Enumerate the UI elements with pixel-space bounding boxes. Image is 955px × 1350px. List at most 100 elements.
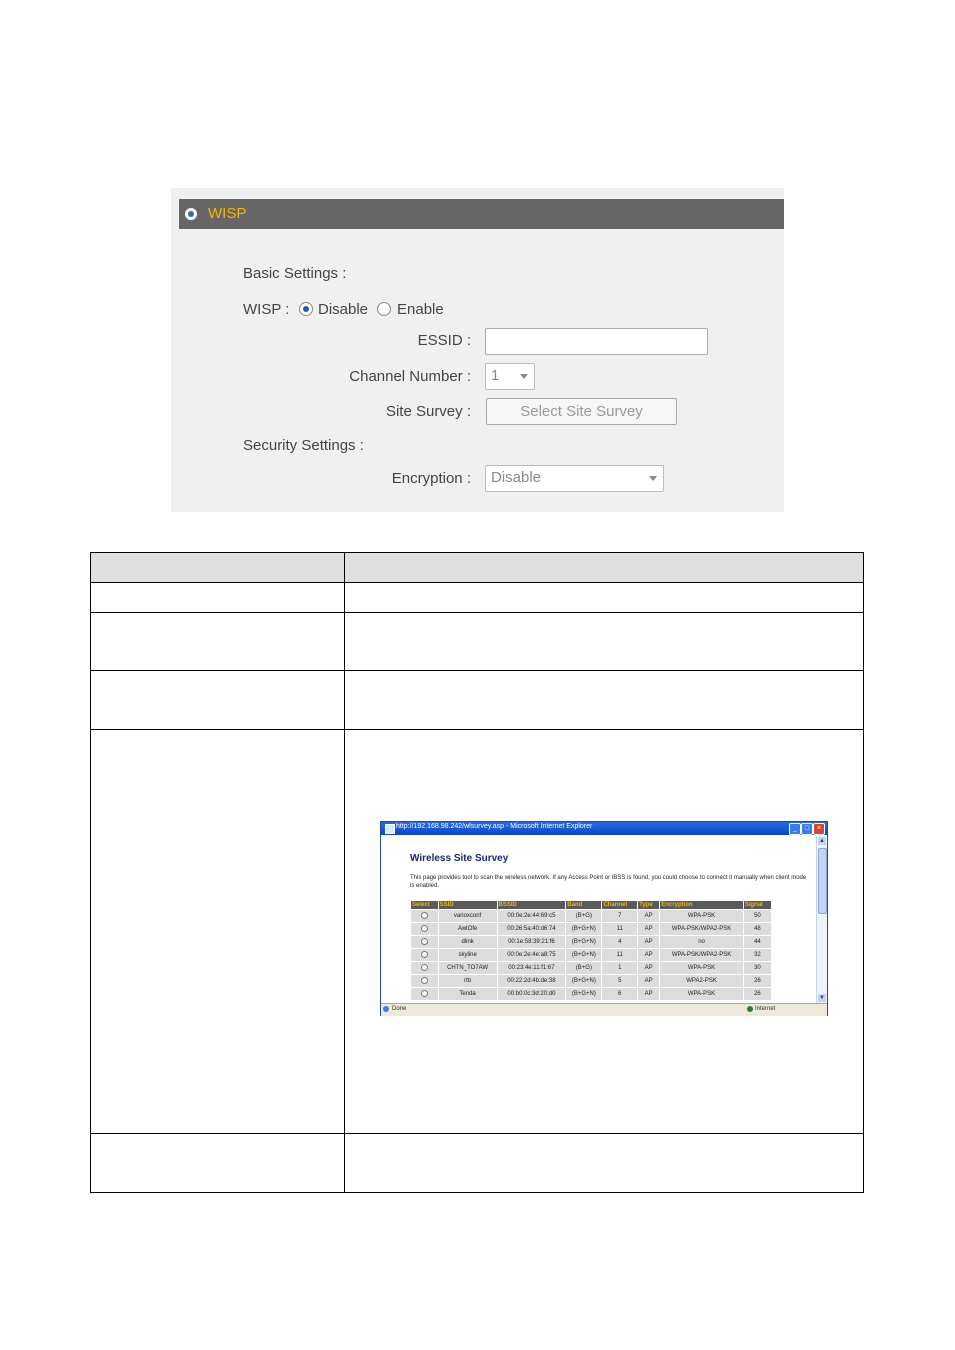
bssid-cell: 00:23:4e:11:f1:67 xyxy=(496,961,567,975)
select-radio[interactable] xyxy=(420,924,428,932)
table-header-row xyxy=(91,553,863,583)
ssid-cell: AwtOfe xyxy=(437,922,498,936)
band-cell: (B+G) xyxy=(565,909,603,923)
column-header: Channel xyxy=(601,900,639,910)
channel-cell: 4 xyxy=(601,935,639,949)
column-header: Select xyxy=(410,900,439,910)
basic-settings-heading: Basic Settings : xyxy=(243,265,347,282)
encryption-cell: WPA2-PSK xyxy=(659,974,744,988)
type-cell: AP xyxy=(637,987,661,1001)
wisp-settings-panel: WISP Basic Settings : WISP : Disable Ena… xyxy=(171,188,784,512)
type-cell: AP xyxy=(637,974,661,988)
panel-header: WISP xyxy=(179,199,784,229)
vertical-scrollbar[interactable]: ▲ ▼ xyxy=(816,836,827,1003)
channel-cell: 5 xyxy=(601,974,639,988)
select-site-survey-button[interactable]: Select Site Survey xyxy=(486,398,677,425)
signal-cell: 30 xyxy=(742,961,773,975)
wisp-enable-label[interactable]: Enable xyxy=(397,301,444,318)
band-cell: (B+G+N) xyxy=(565,922,603,936)
table-row: varioxconf 00:0e:2e:44:69:c5 (B+G) 7 AP … xyxy=(410,909,773,923)
select-radio[interactable] xyxy=(420,950,428,958)
ssid-cell: skyline xyxy=(437,948,498,962)
column-header: SSID xyxy=(437,900,498,910)
channel-cell: 11 xyxy=(601,922,639,936)
encryption-cell: WPA-PSK xyxy=(659,961,744,975)
bssid-cell: 00:22:2d:4b:de:38 xyxy=(496,974,567,988)
table-row: Tenda 00:b0:0c:3d:20:d0 (B+G+N) 6 AP WPA… xyxy=(410,987,773,1001)
wisp-disable-label[interactable]: Disable xyxy=(318,301,368,318)
encryption-cell: no xyxy=(659,935,744,949)
band-cell: (B+G+N) xyxy=(565,974,603,988)
window-title: http://192.168.98.242/wlsurvey.asp - Mic… xyxy=(396,823,593,830)
bssid-cell: 00:1e:58:39:21:f6 xyxy=(496,935,567,949)
channel-cell: 11 xyxy=(601,948,639,962)
ssid-cell: dlink xyxy=(437,935,498,949)
channel-cell: 1 xyxy=(601,961,639,975)
band-cell: (B+G+N) xyxy=(565,948,603,962)
essid-field[interactable] xyxy=(485,328,708,355)
chevron-down-icon xyxy=(649,476,657,481)
channel-cell: 7 xyxy=(601,909,639,923)
channel-number-select[interactable]: 1 xyxy=(485,363,535,390)
panel-title: WISP xyxy=(208,205,247,222)
band-cell: (B+G) xyxy=(565,961,603,975)
site-survey-window: http://192.168.98.242/wlsurvey.asp - Mic… xyxy=(380,821,828,1016)
select-radio[interactable] xyxy=(420,963,428,971)
scroll-thumb[interactable] xyxy=(818,848,827,914)
band-cell: (B+G+N) xyxy=(565,987,603,1001)
survey-description: This page provides tool to scan the wire… xyxy=(410,875,807,889)
encryption-select[interactable]: Disable xyxy=(485,465,664,492)
encryption-cell: WPA-PSK xyxy=(659,909,744,923)
essid-label: ESSID : xyxy=(417,332,471,349)
scroll-up-icon[interactable]: ▲ xyxy=(818,837,826,845)
status-bar: Done Internet xyxy=(381,1003,827,1016)
channel-cell: 6 xyxy=(601,987,639,1001)
signal-cell: 32 xyxy=(742,948,773,962)
maximize-icon[interactable]: □ xyxy=(801,823,813,835)
table-row: dlink 00:1e:58:39:21:f6 (B+G+N) 4 AP no … xyxy=(410,935,773,949)
survey-table: Select SSID BSSID Band Channel Type Encr… xyxy=(410,900,773,1001)
table-row xyxy=(91,583,863,613)
encryption-label: Encryption : xyxy=(391,470,471,487)
signal-cell: 50 xyxy=(742,909,773,923)
select-radio[interactable] xyxy=(420,976,428,984)
column-header: BSSID xyxy=(496,900,567,910)
site-survey-label: Site Survey : xyxy=(385,403,471,420)
signal-cell: 44 xyxy=(742,935,773,949)
select-radio[interactable] xyxy=(420,989,428,997)
table-row xyxy=(91,1134,863,1192)
window-title-bar: http://192.168.98.242/wlsurvey.asp - Mic… xyxy=(381,822,827,835)
band-cell: (B+G+N) xyxy=(565,935,603,949)
security-zone-text: Internet xyxy=(755,1006,776,1012)
wisp-label: WISP : xyxy=(243,301,290,318)
ssid-cell: Tenda xyxy=(437,987,498,1001)
ssid-cell: varioxconf xyxy=(437,909,498,923)
bssid-cell: 00:0e:2e:4e:a8:75 xyxy=(496,948,567,962)
status-text: Done xyxy=(392,1006,407,1012)
table-row xyxy=(91,613,863,671)
column-header: Type xyxy=(637,900,661,910)
type-cell: AP xyxy=(637,922,661,936)
wisp-enable-radio[interactable] xyxy=(377,302,391,316)
select-radio[interactable] xyxy=(420,911,428,919)
column-header: Signal xyxy=(742,900,773,910)
minimize-icon[interactable]: _ xyxy=(789,823,801,835)
wisp-disable-radio[interactable] xyxy=(299,302,313,316)
bssid-cell: 00:0e:2e:44:69:c5 xyxy=(496,909,567,923)
channel-number-label: Channel Number : xyxy=(349,368,471,385)
close-icon[interactable]: × xyxy=(813,823,825,835)
ssid-cell: CHTN_TO7AW xyxy=(437,961,498,975)
security-settings-heading: Security Settings : xyxy=(243,437,364,454)
ie-page-icon xyxy=(385,824,395,834)
table-row: skyline 00:0e:2e:4e:a8:75 (B+G+N) 11 AP … xyxy=(410,948,773,962)
bssid-cell: 00:b0:0c:3d:20:d0 xyxy=(496,987,567,1001)
type-cell: AP xyxy=(637,935,661,949)
encryption-cell: WPA-PSK/WPA2-PSK xyxy=(659,922,744,936)
scroll-down-icon[interactable]: ▼ xyxy=(818,994,826,1002)
page-done-icon xyxy=(383,1006,389,1012)
channel-number-value: 1 xyxy=(491,367,500,384)
select-radio[interactable] xyxy=(420,937,428,945)
table-row: rtb 00:22:2d:4b:de:38 (B+G+N) 5 AP WPA2-… xyxy=(410,974,773,988)
bssid-cell: 00:26:5a:40:d6:74 xyxy=(496,922,567,936)
encryption-cell: WPA-PSK/WPA2-PSK xyxy=(659,948,744,962)
